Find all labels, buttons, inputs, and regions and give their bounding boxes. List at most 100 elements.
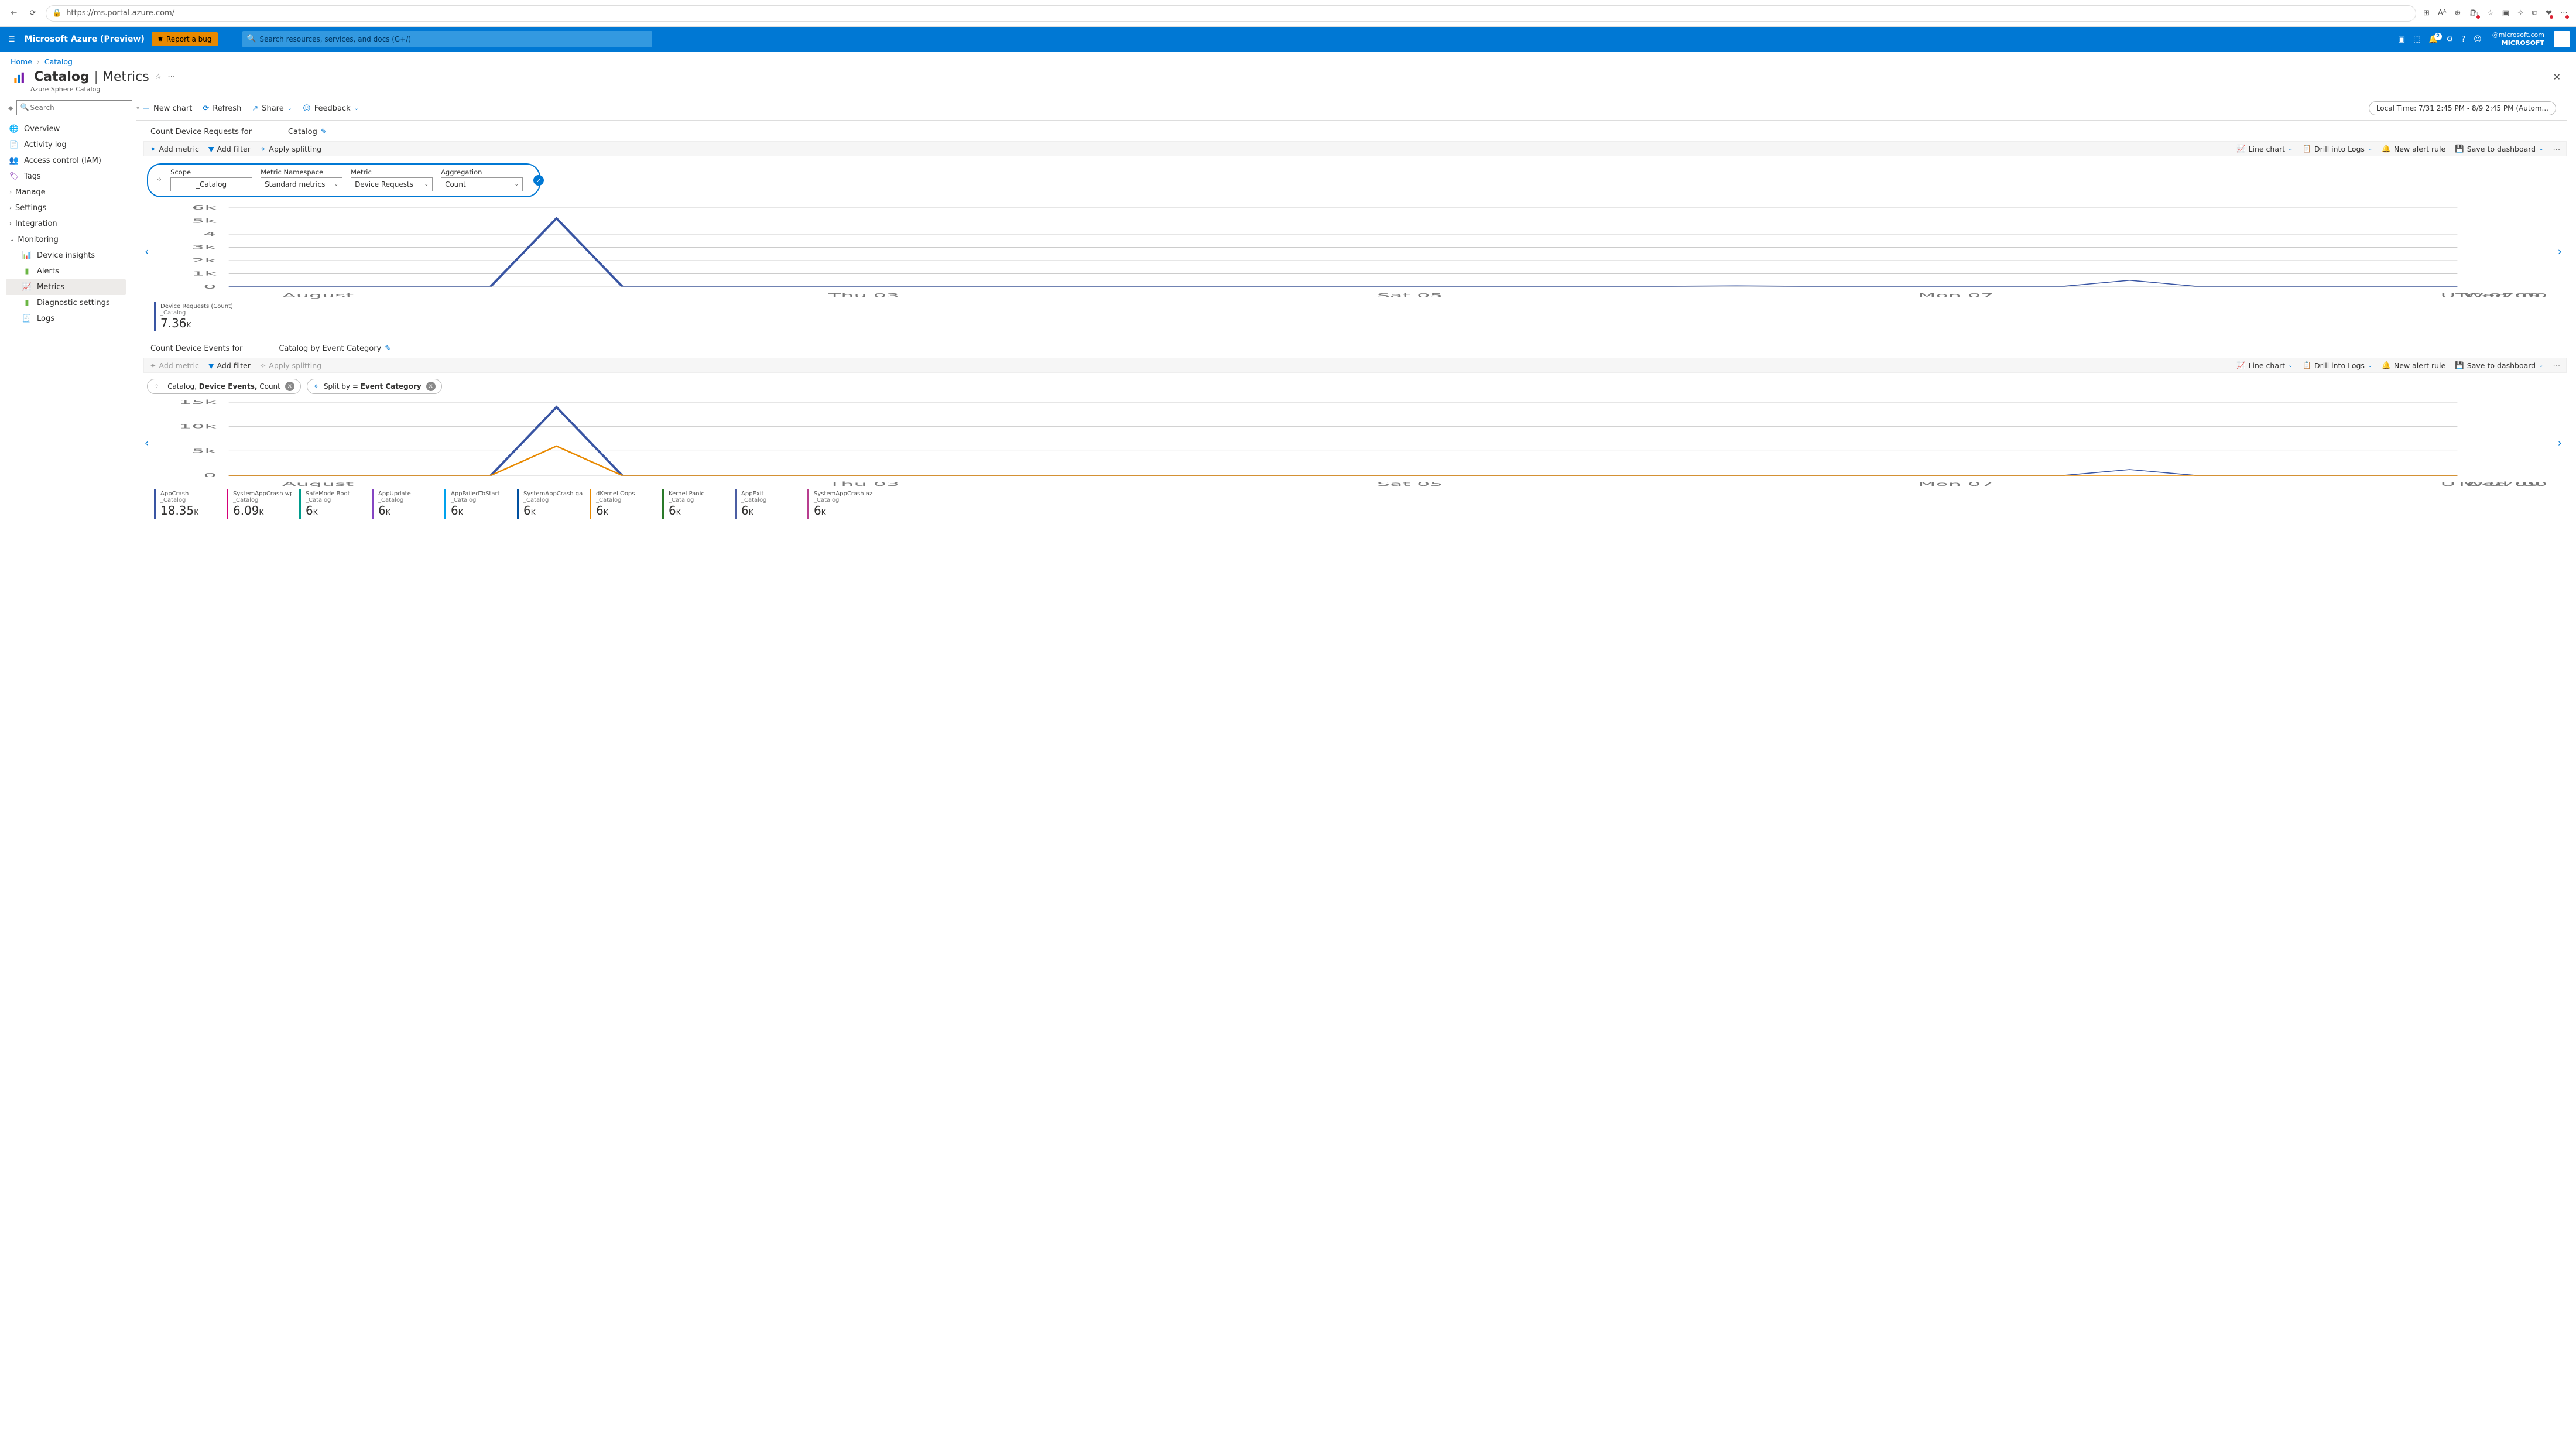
collections-icon[interactable]: ⧉ xyxy=(2532,9,2537,18)
feedback-button[interactable]: ☺Feedback ⌄ xyxy=(303,104,359,113)
remove-chip-icon[interactable]: ✕ xyxy=(285,382,294,391)
chart-nav-next-icon[interactable]: › xyxy=(2558,437,2562,449)
share-button[interactable]: ↗Share ⌄ xyxy=(252,104,292,113)
legend-name: Device Requests (Count) xyxy=(160,303,233,310)
notifications-icon[interactable]: 🔔2 xyxy=(2428,35,2438,44)
health-icon[interactable]: ❤ xyxy=(2546,9,2552,18)
shopping-icon[interactable]: 🛍 xyxy=(2469,9,2479,18)
zoom-icon[interactable]: ⊕ xyxy=(2455,9,2461,18)
new-alert-rule-button[interactable]: 🔔New alert rule xyxy=(2382,361,2445,370)
browser-url-bar[interactable]: 🔒 https://ms.portal.azure.com/ xyxy=(46,5,2416,22)
more-icon[interactable]: ⋯ xyxy=(2560,9,2568,18)
add-filter-button[interactable]: ▼Add filter xyxy=(208,361,251,370)
legend-item[interactable]: SystemAppCrash wpa_s... _Catalog 6.09K xyxy=(227,489,296,519)
legend-item[interactable]: SystemAppCrash azured... _Catalog 6K xyxy=(807,489,876,519)
chart-type-dropdown[interactable]: 📈Line chart ⌄ xyxy=(2236,144,2293,153)
new-alert-rule-button[interactable]: 🔔New alert rule xyxy=(2382,144,2445,153)
azure-search-input[interactable] xyxy=(242,31,652,47)
settings-icon[interactable]: ⚙ xyxy=(2447,35,2454,44)
help-icon[interactable]: ? xyxy=(2461,35,2465,44)
close-blade-icon[interactable]: ✕ xyxy=(2553,71,2561,83)
new-chart-button[interactable]: ＋New chart xyxy=(142,103,192,114)
more-actions-icon[interactable]: ⋯ xyxy=(167,73,175,81)
directory-icon[interactable]: ⬚ xyxy=(2413,35,2420,44)
sidebar-section-monitoring[interactable]: ⌄Monitoring xyxy=(6,232,126,248)
legend-item[interactable]: SystemAppCrash gatewa... _Catalog 6K xyxy=(517,489,586,519)
legend-name: SystemAppCrash azured... xyxy=(814,491,873,497)
time-range-selector[interactable]: Local Time: 7/31 2:45 PM - 8/9 2:45 PM (… xyxy=(2369,101,2556,115)
chart-more-icon[interactable]: ⋯ xyxy=(2553,145,2561,153)
sidebar-item-diagnostic-settings[interactable]: ▮Diagnostic settings xyxy=(6,295,126,311)
chart-type-dropdown[interactable]: 📈Line chart ⌄ xyxy=(2236,361,2293,370)
split-icon[interactable]: ▣ xyxy=(2502,9,2509,18)
legend-item[interactable]: AppFailedToStart _Catalog 6K xyxy=(444,489,513,519)
scope-dropdown[interactable]: _Catalog xyxy=(170,177,252,191)
cloud-shell-icon[interactable]: ▣ xyxy=(2398,35,2405,44)
user-avatar[interactable] xyxy=(2554,31,2570,47)
text-size-icon[interactable]: Aᴬ xyxy=(2438,9,2447,18)
sidebar-item-alerts[interactable]: ▮Alerts xyxy=(6,263,126,279)
sidebar-item-tags[interactable]: 🏷Tags xyxy=(6,169,126,184)
edit-title-icon[interactable]: ✎ xyxy=(385,344,391,353)
metric-chip[interactable]: ⁘ _Catalog, Device Events, Count ✕ xyxy=(147,379,301,394)
add-metric-button[interactable]: ✦Add metric xyxy=(150,145,199,153)
add-filter-button[interactable]: ▼Add filter xyxy=(208,145,251,153)
legend-item[interactable]: AppExit _Catalog 6K xyxy=(735,489,804,519)
browser-url-text: https://ms.portal.azure.com/ xyxy=(66,9,174,18)
legend-item[interactable]: SafeMode Boot _Catalog 6K xyxy=(299,489,368,519)
legend-item[interactable]: dKernel Oops _Catalog 6K xyxy=(590,489,659,519)
breadcrumb-home[interactable]: Home xyxy=(11,57,32,66)
save-to-dashboard-button[interactable]: 💾Save to dashboard ⌄ xyxy=(2455,361,2543,370)
metric-dropdown[interactable]: Device Requests⌄ xyxy=(351,177,433,191)
legend-item[interactable]: Kernel Panic _Catalog 6K xyxy=(662,489,731,519)
refresh-button[interactable]: ⟳Refresh xyxy=(203,104,241,113)
sidebar-item-metrics[interactable]: 📈Metrics xyxy=(6,279,126,295)
azure-brand[interactable]: Microsoft Azure (Preview) xyxy=(25,35,145,44)
sidebar-item-logs[interactable]: 🧾Logs xyxy=(6,311,126,327)
sidebar-search-input[interactable] xyxy=(16,100,132,115)
sidebar-settings-icon[interactable]: ◆ xyxy=(8,104,13,112)
edit-title-icon[interactable]: ✎ xyxy=(321,128,327,136)
legend-item[interactable]: AppUpdate _Catalog 6K xyxy=(372,489,441,519)
drill-into-logs-button[interactable]: 📋Drill into Logs ⌄ xyxy=(2302,144,2372,153)
drag-handle-icon[interactable]: ⁘ xyxy=(156,176,162,184)
feedback-icon[interactable]: ☺ xyxy=(2474,35,2482,44)
tags-icon: 🏷 xyxy=(9,172,19,181)
legend-item[interactable]: Device Requests (Count) _Catalog 7.36K xyxy=(154,302,237,331)
chart-nav-prev-icon[interactable]: ‹ xyxy=(145,245,149,258)
remove-chip-icon[interactable]: ✕ xyxy=(426,382,436,391)
sidebar-item-device-insights[interactable]: 📊Device insights xyxy=(6,248,126,263)
drill-into-logs-button[interactable]: 📋Drill into Logs ⌄ xyxy=(2302,361,2372,370)
add-metric-button[interactable]: ✦Add metric xyxy=(150,361,199,370)
star-icon[interactable]: ☆ xyxy=(2487,9,2494,18)
chart-nav-prev-icon[interactable]: ‹ xyxy=(145,437,149,449)
sidebar-section-manage[interactable]: ›Manage xyxy=(6,184,126,200)
browser-back-button[interactable]: ← xyxy=(8,8,20,19)
hamburger-menu-icon[interactable]: ☰ xyxy=(6,33,18,46)
sidebar-section-settings[interactable]: ›Settings xyxy=(6,200,126,216)
chart-nav-next-icon[interactable]: › xyxy=(2558,245,2562,258)
aggregation-dropdown[interactable]: Count⌄ xyxy=(441,177,523,191)
split-chip[interactable]: ✧ Split by = Event Category ✕ xyxy=(307,379,442,394)
sidebar-item-activity-log[interactable]: 📄Activity log xyxy=(6,137,126,153)
sidebar: ◆ 🔍 « 🌐Overview 📄Activity log 👥Access co… xyxy=(0,98,132,533)
extensions-icon[interactable]: ⊞ xyxy=(2423,9,2430,18)
legend-scope: _Catalog xyxy=(596,497,655,503)
selector-confirm-icon[interactable]: ✓ xyxy=(533,175,544,186)
pin-star-icon[interactable]: ☆ xyxy=(155,73,162,81)
namespace-dropdown[interactable]: Standard metrics⌄ xyxy=(261,177,342,191)
browser-refresh-button[interactable]: ⟳ xyxy=(27,8,39,19)
sidebar-item-access-control[interactable]: 👥Access control (IAM) xyxy=(6,153,126,169)
legend-item[interactable]: AppCrash _Catalog 18.35K xyxy=(154,489,223,519)
sidebar-item-overview[interactable]: 🌐Overview xyxy=(6,121,126,137)
apply-splitting-button[interactable]: ✧Apply splitting xyxy=(260,145,321,153)
breadcrumb-current[interactable]: Catalog xyxy=(44,57,73,66)
user-account-box[interactable]: @microsoft.com MICROSOFT xyxy=(2492,31,2547,47)
sidebar-section-integration[interactable]: ›Integration xyxy=(6,216,126,232)
save-to-dashboard-button[interactable]: 💾Save to dashboard ⌄ xyxy=(2455,144,2543,153)
favorites-icon[interactable]: ✧ xyxy=(2517,9,2524,18)
azure-search-box[interactable]: 🔍 xyxy=(242,31,652,47)
chart-more-icon[interactable]: ⋯ xyxy=(2553,361,2561,370)
report-bug-button[interactable]: ✹ Report a bug xyxy=(152,32,218,46)
apply-splitting-button[interactable]: ✧Apply splitting xyxy=(260,361,321,370)
